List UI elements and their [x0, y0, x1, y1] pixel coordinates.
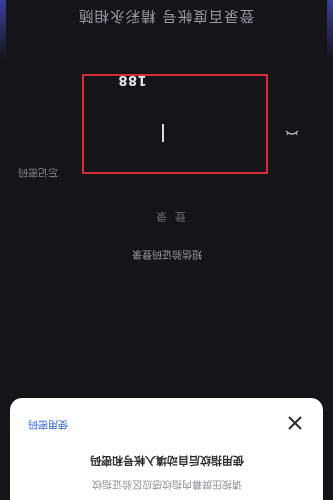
forgot-password-link[interactable]: 忘记密码	[18, 166, 58, 181]
fingerprint-sheet-title: 使用指纹后自动填入帐号和密码	[89, 454, 244, 467]
use-password-link[interactable]: 使用密码	[28, 418, 68, 433]
text-cursor	[162, 124, 164, 142]
sms-login-link[interactable]: 短信验证码登录	[0, 248, 333, 263]
login-screen: 登录百度帐号 精彩永相随 188 忘记密码 登录 短信验证码登录 使用密码 使用…	[0, 0, 333, 500]
close-icon[interactable]	[284, 412, 306, 434]
page-title: 登录百度帐号 精彩永相随	[78, 7, 255, 23]
fingerprint-sheet: 使用密码 使用指纹后自动填入帐号和密码 请按压屏幕内指纹感应区验证指纹	[10, 398, 323, 500]
login-button[interactable]: 登录	[60, 198, 273, 234]
password-input-highlight[interactable]	[82, 74, 268, 174]
fingerprint-sheet-hint: 请按压屏幕内指纹感应区验证指纹	[91, 478, 242, 489]
dim-overlay	[0, 300, 333, 400]
eye-closed-icon[interactable]	[285, 128, 299, 138]
